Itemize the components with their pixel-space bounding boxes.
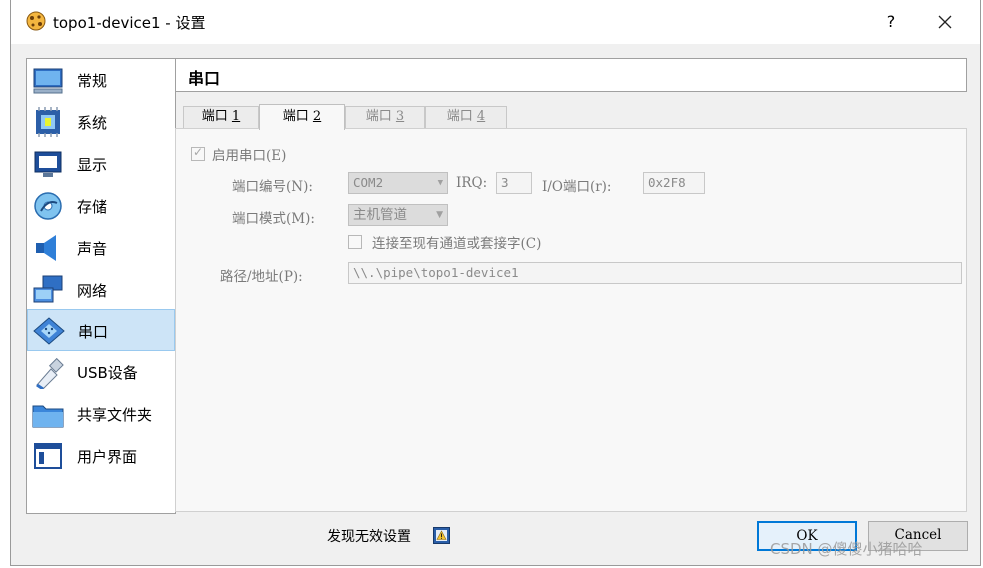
- chevron-down-icon: ▼: [436, 210, 443, 220]
- sidebar-item-network[interactable]: 网络: [27, 269, 175, 311]
- path-label: 路径/地址(P):: [220, 269, 303, 285]
- display-icon: [34, 151, 62, 177]
- tab-port-2[interactable]: 端口 2: [259, 104, 345, 130]
- io-port-field[interactable]: 0x2F8: [643, 172, 705, 194]
- sidebar-item-label: 串口: [78, 323, 109, 341]
- sidebar-item-serial-ports[interactable]: 串口: [27, 309, 175, 351]
- check-icon: ✓: [193, 145, 204, 159]
- tab-port-1[interactable]: 端口 1: [183, 106, 259, 128]
- port-number-select[interactable]: COM2 ▼: [348, 172, 448, 194]
- connect-existing-label: 连接至现有通道或套接字(C): [372, 236, 542, 252]
- enable-serial-checkbox[interactable]: ✓: [191, 145, 205, 161]
- sidebar-item-display[interactable]: 显示: [27, 143, 175, 185]
- settings-content: 串口 端口 1 端口 2 端口 3 端口 4 ✓ 启用串口(E) 端口编号(N)…: [175, 58, 967, 514]
- sidebar-item-label: 网络: [77, 282, 108, 300]
- port-mode-select[interactable]: 主机管道 ▼: [348, 204, 448, 226]
- sidebar-item-system[interactable]: 系统: [27, 101, 175, 143]
- sidebar-item-user-interface[interactable]: 用户界面: [27, 435, 175, 477]
- port-number-label: 端口编号(N):: [232, 179, 313, 195]
- help-button[interactable]: ?: [877, 10, 905, 34]
- sidebar-item-label: USB设备: [77, 364, 138, 382]
- serial-port-panel: ✓ 启用串口(E) 端口编号(N): COM2 ▼ IRQ: 3 I/O端口(r…: [175, 128, 967, 512]
- io-port-label: I/O端口(r):: [542, 179, 612, 195]
- irq-label: IRQ:: [456, 175, 488, 191]
- sidebar-item-label: 系统: [77, 114, 108, 132]
- sidebar-item-label: 显示: [77, 156, 108, 174]
- invalid-settings-label: 发现无效设置: [327, 529, 411, 545]
- port-tabs: 端口 1 端口 2 端口 3 端口 4: [175, 104, 967, 130]
- chip-icon: [36, 107, 60, 137]
- warning-icon[interactable]: [433, 527, 450, 544]
- sidebar-item-audio[interactable]: 声音: [27, 227, 175, 269]
- folder-icon: [32, 405, 64, 428]
- connect-existing-checkbox[interactable]: [348, 235, 362, 249]
- sidebar-item-label: 存储: [77, 198, 108, 216]
- close-button[interactable]: [931, 10, 959, 34]
- speaker-icon: [36, 235, 56, 261]
- tab-port-3[interactable]: 端口 3: [345, 106, 425, 128]
- sidebar-item-storage[interactable]: 存储: [27, 185, 175, 227]
- sidebar-item-label: 共享文件夹: [77, 406, 153, 424]
- close-icon: [938, 15, 952, 29]
- path-field[interactable]: \\.\pipe\topo1-device1: [348, 262, 962, 284]
- page-title: 串口: [188, 69, 221, 88]
- watermark: CSDN @傻傻小猪哈哈: [770, 540, 923, 558]
- settings-window: topo1-device1 - 设置 ? 常规 系统 显示 存储 声音 网络 串…: [10, 0, 981, 566]
- sidebar-item-usb[interactable]: USB设备: [27, 351, 175, 393]
- sidebar-item-label: 声音: [77, 240, 108, 258]
- sidebar-item-general[interactable]: 常规: [27, 59, 175, 101]
- serial-port-icon: [33, 317, 65, 345]
- irq-field[interactable]: 3: [496, 172, 532, 194]
- monitor-icon: [33, 68, 63, 94]
- enable-serial-label: 启用串口(E): [212, 148, 287, 164]
- port-mode-label: 端口模式(M):: [232, 211, 315, 227]
- title-bar: topo1-device1 - 设置 ?: [11, 0, 980, 44]
- settings-sidebar: 常规 系统 显示 存储 声音 网络 串口 USB设备 共享文件夹 用户界面: [26, 58, 176, 514]
- sidebar-item-shared-folders[interactable]: 共享文件夹: [27, 393, 175, 435]
- tab-port-4[interactable]: 端口 4: [425, 106, 507, 128]
- window-title: topo1-device1 - 设置: [53, 14, 206, 32]
- section-header: 串口: [175, 58, 967, 92]
- disk-icon: [34, 192, 62, 220]
- window-icon: [34, 443, 62, 469]
- sidebar-item-label: 用户界面: [77, 448, 138, 466]
- network-icon: [33, 275, 63, 303]
- usb-icon: [36, 357, 64, 389]
- sidebar-item-label: 常规: [77, 72, 108, 90]
- virtualbox-app-icon: [26, 11, 46, 31]
- chevron-down-icon: ▼: [437, 178, 443, 188]
